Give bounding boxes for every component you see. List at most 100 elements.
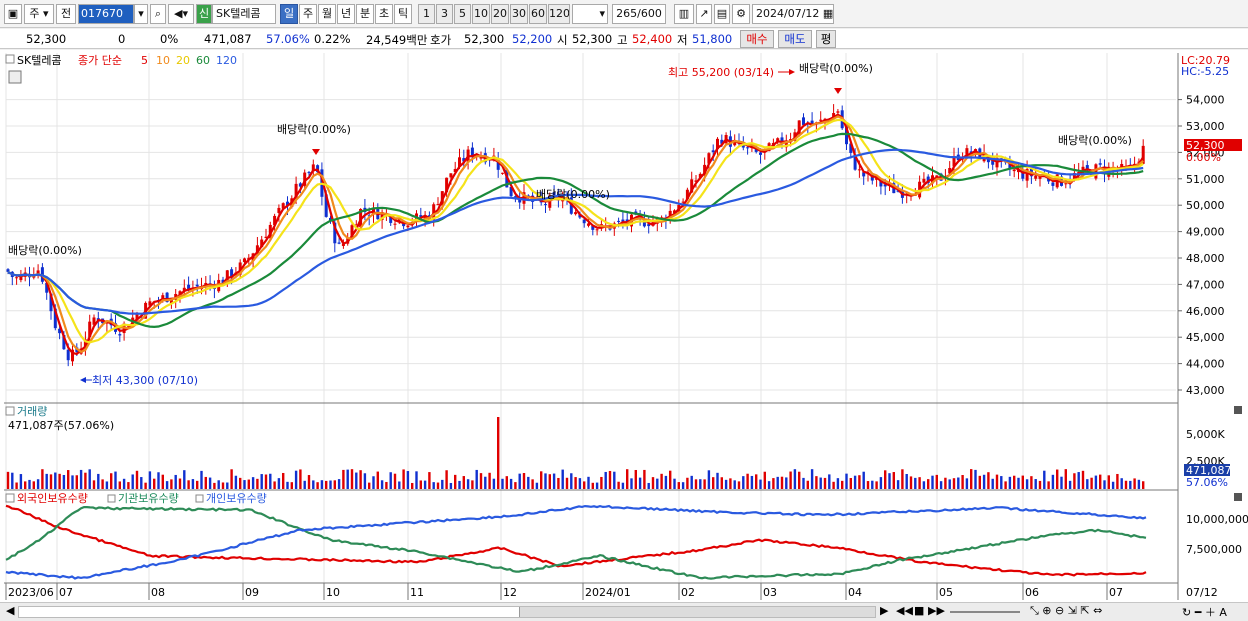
x-axis-label: 05 [939,586,953,599]
prev-button[interactable]: 전 [56,4,76,24]
fast-forward-icon[interactable]: ▶▶ [928,604,945,617]
volume-bar [359,470,362,489]
volume-bar [428,472,431,489]
volume-bar [656,478,659,489]
volume-bar [174,474,177,489]
low-value: 51,800 [692,32,733,46]
period-year-button[interactable]: 년 [337,4,355,24]
volume-bar [329,480,332,489]
open-value: 52,300 [572,32,613,46]
volume-bar [402,469,405,489]
volume-bar [1142,481,1145,489]
period-second-button[interactable]: 초 [375,4,393,24]
sound-icon[interactable]: ◀▾ [168,4,194,24]
period-month-button[interactable]: 월 [318,4,336,24]
period-minute-button[interactable]: 분 [356,4,374,24]
volume-bar [1017,477,1020,489]
interval-button[interactable]: 20 [491,4,509,24]
date-field[interactable]: 2024/07/12 ▦ [752,4,834,24]
interval-button[interactable]: 60 [529,4,547,24]
interval-button[interactable]: 120 [548,4,570,24]
volume-bar [1051,474,1055,489]
ma-60-label: 60 [196,54,210,67]
sell-button[interactable]: 매도 [778,30,812,48]
count-field[interactable]: 265/600 [612,4,666,24]
candle-body [819,119,823,121]
volume-bar [789,471,792,489]
calendar-icon[interactable]: ▦ [823,7,833,20]
drawing-tool-icon[interactable]: ↗ [696,4,712,24]
volume-bar [269,473,272,489]
candle-body [802,117,805,125]
volume-bar [776,476,779,489]
current-pct-tag-text: 0.00% [1186,151,1221,164]
x-axis-label: 2023/06 [8,586,54,599]
volume-bar [841,480,844,489]
volume-bar [458,480,461,489]
volume-bar [1000,476,1003,489]
period-select[interactable]: 주 ▾ [24,4,54,24]
interval-button[interactable]: 5 [454,4,471,24]
volume-bar [247,479,250,489]
volume-bar [884,470,887,489]
volume-bar [1047,481,1050,489]
volume-bar [363,473,367,489]
code-input[interactable]: 017670 [78,4,134,24]
chart-type-icon[interactable]: ▥ [674,4,694,24]
search-icon[interactable]: ⌕ [150,4,166,24]
volume-bar [561,469,564,489]
code-dropdown-icon[interactable]: ▾ [134,4,148,24]
price-tick: 51,000 [1186,173,1225,186]
volume-bar [914,477,917,489]
stop-icon[interactable]: ■ [914,604,924,617]
volume-bar [836,478,840,489]
interval-button[interactable]: 30 [510,4,528,24]
volume-bar [677,482,680,489]
period-week-button[interactable]: 주 [299,4,317,24]
volume-bar [952,478,956,489]
volume-bar [785,477,788,489]
scroll-right-icon[interactable]: ▶ [880,604,888,617]
indicator-table-icon[interactable] [8,70,22,84]
volume-bar [927,479,930,489]
volume-bar [798,471,801,489]
candle-body [195,284,199,287]
period-day-button[interactable]: 일 [280,4,298,24]
gear-icon[interactable]: ⚙ [732,4,750,24]
candle-body [1094,164,1098,179]
chart-area[interactable]: SK텔레콤 종가 단순 5 10 20 60 120 LC:20.79 HC:-… [0,50,1248,602]
volume-bar [970,469,973,489]
scroll-track[interactable] [18,606,876,618]
panel-menu-icon[interactable] [5,493,15,503]
rewind-icon[interactable]: ◀◀ [896,604,913,617]
zoom-tools-icon[interactable]: ⤡ ⊕ ⊖ ⇲ ⇱ ⇔ [1030,604,1102,618]
panel-menu-icon[interactable] [5,54,15,64]
save-icon[interactable]: ▤ [714,4,730,24]
volume-bar [1111,481,1115,489]
eval-button[interactable]: 평 [816,30,836,48]
close-icon[interactable] [1234,493,1242,501]
volume-bar [957,477,960,489]
scroll-thumb[interactable] [519,607,875,617]
volume-bar [471,480,474,489]
panel-menu-icon[interactable] [5,406,15,416]
volume-bar [45,473,48,489]
scroll-left-icon[interactable]: ◀ [6,604,14,617]
close-icon[interactable] [1234,406,1242,414]
period-tick-button[interactable]: 틱 [394,4,412,24]
interval-button[interactable]: 3 [436,4,453,24]
chart-menu-icon[interactable]: ▣ [4,4,22,24]
interval-button[interactable]: 10 [472,4,490,24]
volume-bar [110,473,113,489]
zoom-out-icon[interactable]: ↻ ━ ＋ A [1182,604,1227,620]
buy-button[interactable]: 매수 [740,30,774,48]
scroll-bar[interactable]: ◀ ▶ ◀◀ ■ ▶▶ ⤡ ⊕ ⊖ ⇲ ⇱ ⇔ ↻ ━ ＋ A [0,602,1248,621]
volume-bar [780,476,784,489]
volume-bar [49,474,53,489]
interval-button[interactable]: 1 [418,4,435,24]
interval-dropdown[interactable]: ▾ [572,4,608,24]
zoom-slider[interactable] [950,611,1020,613]
candle-body [1051,182,1055,186]
volume-bar [755,474,758,489]
volume-bar [931,475,934,489]
